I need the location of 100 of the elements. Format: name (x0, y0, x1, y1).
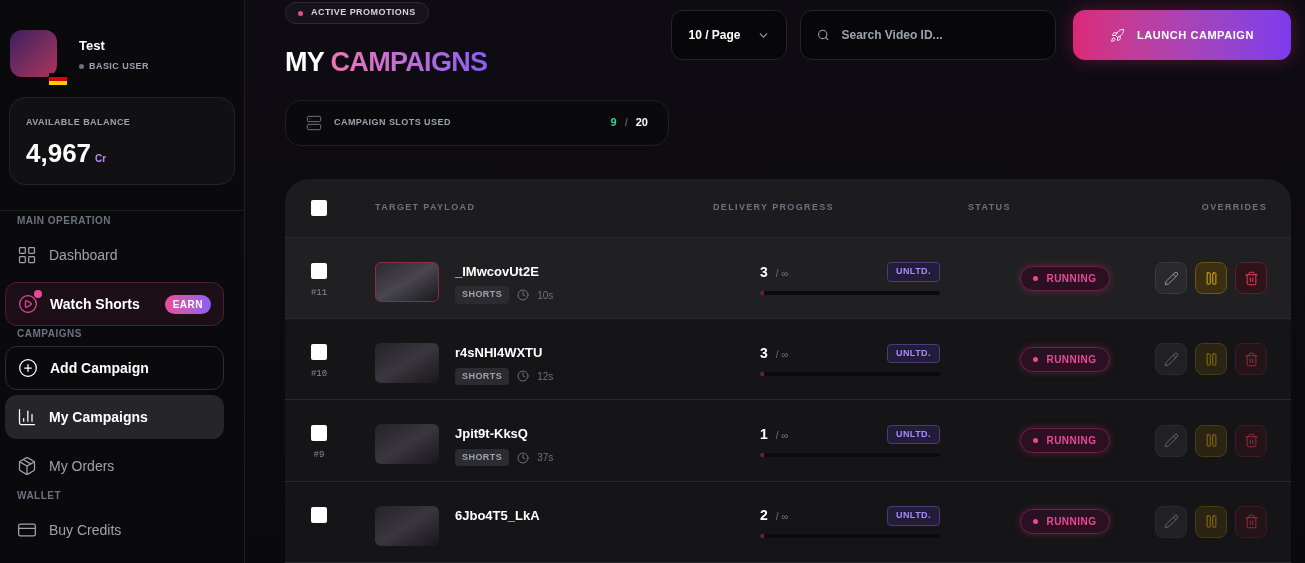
balance-unit: Cr (95, 151, 107, 166)
row-checkbox[interactable] (311, 425, 327, 442)
row-number: #10 (310, 368, 328, 382)
pause-button[interactable] (1195, 505, 1227, 538)
sidebar-item[interactable]: My Campaigns (5, 395, 224, 439)
nav-icon (18, 358, 38, 378)
plan-badge: UNLTD. (886, 424, 940, 445)
trash-icon (1243, 351, 1259, 367)
clock-icon (517, 289, 530, 302)
sidebar-item[interactable]: My Orders (5, 444, 224, 488)
row-checkbox[interactable] (311, 344, 327, 361)
sidebar-item[interactable]: Dashboard (5, 233, 224, 277)
slots-label: CAMPAIGN SLOTS USED (334, 115, 451, 129)
shorts-tag: SHORTS (455, 448, 510, 467)
delivery-count: 1 (760, 425, 768, 445)
row-number: #9 (313, 449, 325, 463)
select-all-checkbox[interactable] (311, 199, 327, 216)
trash-icon (1243, 514, 1259, 530)
sidebar-item[interactable]: Watch Shorts EARN (5, 282, 224, 326)
duration: 12s (537, 369, 554, 384)
pause-button[interactable] (1195, 262, 1227, 295)
delivery-count: 3 (760, 262, 768, 282)
row-number: #11 (310, 286, 328, 300)
pause-icon (1203, 270, 1219, 286)
delivery-count: 2 (760, 506, 768, 526)
section-heading: CAMPAIGNS (16, 327, 83, 341)
avatar (10, 30, 57, 77)
delete-button[interactable] (1235, 343, 1267, 376)
pause-button[interactable] (1195, 424, 1227, 457)
status-badge: RUNNING (1020, 509, 1110, 535)
sidebar-item[interactable]: Add Campaign (5, 346, 224, 390)
video-thumbnail (375, 505, 439, 546)
pencil-icon (1163, 433, 1179, 449)
column-header: OVERRIDES (1201, 200, 1267, 214)
shorts-tag: SHORTS (455, 286, 510, 304)
pause-icon (1203, 433, 1219, 449)
user-role: BASIC USER (89, 59, 149, 73)
balance-amount: 4,967 (26, 136, 92, 170)
earn-badge: EARN (164, 294, 211, 314)
pause-icon (1203, 514, 1219, 530)
nav-icon (17, 407, 37, 427)
row-checkbox[interactable] (311, 262, 327, 279)
clock-icon (517, 451, 530, 464)
server-icon (306, 114, 322, 131)
delivery-limit: / ∞ (775, 266, 789, 281)
clock-icon (517, 370, 530, 383)
duration: 37s (537, 451, 554, 466)
section-heading: MAIN OPERATION (16, 214, 113, 228)
delete-button[interactable] (1235, 424, 1267, 457)
column-header: TARGET PAYLOAD (375, 200, 477, 214)
shorts-tag: SHORTS (455, 367, 510, 386)
plan-badge: UNLTD. (886, 506, 940, 526)
video-id: r4sNHI4WXTU (455, 344, 544, 363)
delivery-limit: / ∞ (775, 510, 789, 525)
trash-icon (1243, 270, 1259, 286)
promotions-badge[interactable]: ACTIVE PROMOTIONS (285, 2, 429, 24)
edit-button[interactable] (1155, 424, 1187, 457)
video-thumbnail (375, 343, 439, 384)
section-heading: WALLET (16, 489, 63, 503)
delivery-count: 3 (760, 343, 768, 363)
column-header: DELIVERY PROGRESS (713, 200, 835, 214)
delivery-limit: / ∞ (775, 347, 789, 362)
rocket-icon (1110, 27, 1126, 43)
pause-icon (1203, 351, 1219, 367)
delivery-limit: / ∞ (775, 429, 789, 444)
video-id: _IMwcovUt2E (455, 262, 540, 281)
flag-icon (49, 73, 67, 85)
nav-icon (17, 245, 37, 265)
row-checkbox[interactable] (311, 506, 327, 523)
page-size-select[interactable]: 10 / Page (671, 10, 787, 60)
slots-total: 20 (635, 115, 648, 131)
plan-badge: UNLTD. (886, 343, 940, 364)
slots-used: 9 (610, 115, 617, 131)
balance-label: AVAILABLE BALANCE (26, 116, 132, 129)
video-thumbnail (375, 424, 439, 465)
delete-button[interactable] (1235, 505, 1267, 538)
pause-button[interactable] (1195, 343, 1227, 376)
pencil-icon (1163, 351, 1179, 367)
duration: 10s (537, 288, 554, 303)
search-input[interactable]: Search Video ID... (841, 26, 1039, 44)
search-icon (817, 28, 830, 42)
edit-button[interactable] (1155, 262, 1187, 295)
plan-badge: UNLTD. (886, 262, 940, 282)
status-badge: RUNNING (1020, 428, 1110, 454)
launch-campaign-button[interactable]: LAUNCH CAMPAIGN (1073, 10, 1291, 60)
video-thumbnail (375, 261, 439, 302)
delete-button[interactable] (1235, 262, 1267, 295)
column-header: STATUS (968, 200, 1011, 214)
sidebar-item[interactable]: Buy Credits (5, 508, 224, 552)
video-id: 6Jbo4T5_LkA (455, 506, 541, 525)
user-name: Test (79, 37, 106, 55)
edit-button[interactable] (1155, 343, 1187, 376)
pencil-icon (1163, 270, 1179, 286)
video-id: Jpit9t-KksQ (455, 425, 529, 444)
trash-icon (1243, 433, 1259, 449)
status-badge: RUNNING (1020, 265, 1110, 291)
slots-separator: / (624, 115, 628, 131)
pencil-icon (1163, 514, 1179, 530)
search-field[interactable]: Search Video ID... (800, 10, 1056, 60)
edit-button[interactable] (1155, 505, 1187, 538)
